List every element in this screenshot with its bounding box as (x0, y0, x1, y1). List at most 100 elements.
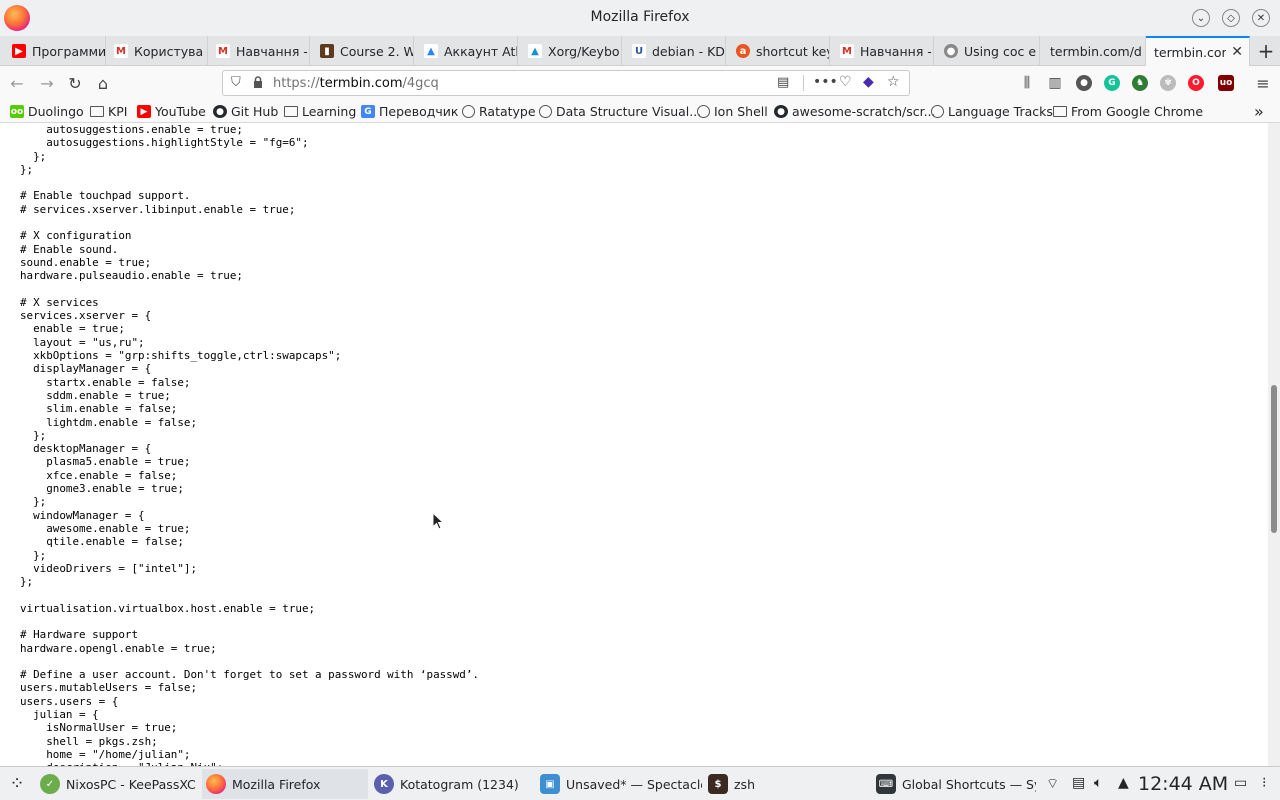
tab[interactable]: ▶ Программи (4, 36, 106, 66)
bookmark-folder[interactable]: From Google Chrome (1053, 103, 1203, 120)
sidebar-icon[interactable]: ▥ (1044, 72, 1066, 94)
bookmark-star-icon[interactable]: ☆ (887, 74, 900, 90)
forward-button[interactable]: → (36, 72, 58, 94)
clock[interactable]: 12:44 AM (1138, 773, 1228, 795)
minimize-button[interactable]: ⌄ (1192, 9, 1210, 27)
back-button[interactable]: ← (6, 72, 28, 94)
bookmark-folder[interactable]: KPI (90, 103, 127, 120)
tracking-shield-icon[interactable]: ⛉ (231, 75, 241, 90)
urlbar-separator (803, 75, 804, 91)
tab[interactable]: ● Using coc e (936, 36, 1040, 66)
new-tab-button[interactable]: + (1252, 36, 1280, 66)
code-line: services.xserver = { (20, 309, 152, 323)
reader-view-icon[interactable]: ▤ (777, 75, 789, 90)
bookmark-label: Git Hub (231, 104, 279, 119)
tab[interactable]: ▮ Course 2. W (312, 36, 414, 66)
taskbar-task[interactable]: $ zsh (704, 769, 868, 799)
tab[interactable]: U debian - KD (624, 36, 726, 66)
pocket-icon[interactable]: ♡ (839, 74, 852, 90)
tab[interactable]: a shortcut key (728, 36, 830, 66)
bookmark[interactable]: Language Tracks (931, 103, 1053, 120)
bookmark[interactable]: ▶ YouTube (137, 103, 206, 120)
code-line: desktopManager = { (20, 442, 152, 456)
bookmark[interactable]: G Переводчик (361, 103, 458, 120)
code-line: }; (20, 575, 34, 589)
account-icon[interactable]: ● (1076, 75, 1092, 91)
close-tab-icon[interactable]: ✕ (1231, 44, 1243, 60)
youtube-icon: ▶ (12, 44, 26, 58)
tab[interactable]: M Навчання - (208, 36, 310, 66)
url-bar[interactable]: ⛉ https://termbin.com/4gcq ▤ ••• ♡ ◆ ☆ (222, 70, 910, 96)
code-line: # X services (20, 295, 99, 309)
tray-expand-icon[interactable]: ▲ (1118, 775, 1129, 791)
gmail-icon: M (840, 44, 854, 58)
spectacle-icon: ▣ (540, 774, 560, 794)
tab[interactable]: ▲ Аккаунт Atl (416, 36, 518, 66)
keepassxc-icon: ✓ (40, 774, 60, 794)
bookmark[interactable]: oo Duolingo (10, 103, 84, 120)
page-content: autosuggestions.enable = true; autosugge… (0, 123, 1268, 766)
taskbar-task[interactable]: ✓ NixosPC - KeePassXC (36, 769, 200, 799)
library-icon[interactable]: ⫼ (1016, 72, 1038, 94)
taskbar-task[interactable]: ▣ Unsaved* — Spectacle (536, 769, 702, 799)
navigation-toolbar: ← → ↻ ⌂ ⛉ https://termbin.com/4gcq ▤ •••… (0, 66, 1280, 100)
bookmark[interactable]: ● awesome-scratch/scr... (774, 103, 936, 120)
clipboard-icon[interactable]: ▤ (1072, 775, 1085, 791)
extension-icon[interactable]: ◆ (863, 74, 874, 90)
code-line: users.mutableUsers = false; (20, 681, 198, 695)
bookmark-label: Ion Shell (714, 104, 768, 119)
tab[interactable]: termbin.com/d (1040, 36, 1146, 66)
code-line: sddm.enable = true; (20, 388, 171, 402)
gmail-icon: M (216, 44, 230, 58)
maximize-button[interactable]: ◇ (1222, 9, 1240, 27)
bookmark[interactable]: Data Structure Visual... (539, 103, 701, 120)
close-window-button[interactable]: ✕ (1252, 9, 1270, 27)
bookmark[interactable]: ● Git Hub (213, 103, 278, 120)
volume-icon[interactable]: 🔈︎ (1094, 775, 1102, 791)
scrollbar-thumb[interactable] (1271, 385, 1277, 533)
bookmark-folder[interactable]: Learning (284, 103, 356, 120)
app-launcher-icon[interactable]: ⁘ (6, 772, 28, 794)
firefox-icon (206, 774, 226, 794)
taskbar-task[interactable]: K Kotatogram (1234) (370, 769, 534, 799)
tab[interactable]: M Користува (106, 36, 208, 66)
atlassian-icon: ▲ (424, 44, 438, 58)
wifi-icon[interactable]: ⌔ (1046, 775, 1059, 793)
bookmarks-overflow-icon[interactable]: » (1254, 102, 1264, 121)
code-line: lightdm.enable = false; (20, 415, 198, 429)
taskbar-task[interactable]: ⌨ Global Shortcuts — Sy... (872, 769, 1036, 799)
grammarly-icon[interactable]: G (1104, 75, 1120, 91)
tab[interactable]: M Навчання - (832, 36, 934, 66)
url-text[interactable]: https://termbin.com/4gcq (273, 76, 439, 91)
tab[interactable]: ▲ Xorg/Keybo (520, 36, 622, 66)
tab-active[interactable]: termbin.com ✕ (1146, 36, 1250, 66)
menu-icon[interactable]: ≡ (1252, 72, 1274, 94)
lock-icon[interactable] (253, 76, 263, 89)
page-actions-icon[interactable]: ••• (813, 74, 838, 90)
globe-icon (931, 105, 944, 118)
window-title: Mozilla Firefox (590, 9, 690, 25)
bookmark[interactable]: Ion Shell (697, 103, 768, 120)
code-line: displayManager = { (20, 362, 152, 376)
opera-icon[interactable]: O (1188, 75, 1204, 91)
task-label: Mozilla Firefox (232, 776, 321, 792)
terminal-icon: $ (708, 774, 728, 794)
home-button[interactable]: ⌂ (92, 72, 114, 94)
folder-icon (284, 106, 298, 117)
desktop-grid-icon[interactable]: ⁝ (1262, 775, 1266, 791)
reload-button[interactable]: ↻ (64, 72, 86, 94)
bookmark-label: KPI (108, 104, 128, 119)
bookmark[interactable]: Ratatype (462, 103, 536, 120)
vertical-scrollbar[interactable] (1268, 123, 1280, 766)
askubuntu-icon: a (736, 44, 750, 58)
taskbar-task-active[interactable]: Mozilla Firefox (202, 769, 368, 799)
code-line: # services.xserver.libinput.enable = tru… (20, 202, 296, 216)
extension-icon[interactable]: ✾ (1160, 75, 1176, 91)
ublock-origin-icon[interactable]: uo (1218, 75, 1234, 91)
show-desktop-icon[interactable]: ▭ (1234, 775, 1247, 791)
globe-icon (539, 105, 552, 118)
extension-icon[interactable]: ♞ (1132, 75, 1148, 91)
duolingo-icon: oo (10, 105, 24, 118)
bookmark-label: Ratatype (479, 104, 536, 119)
